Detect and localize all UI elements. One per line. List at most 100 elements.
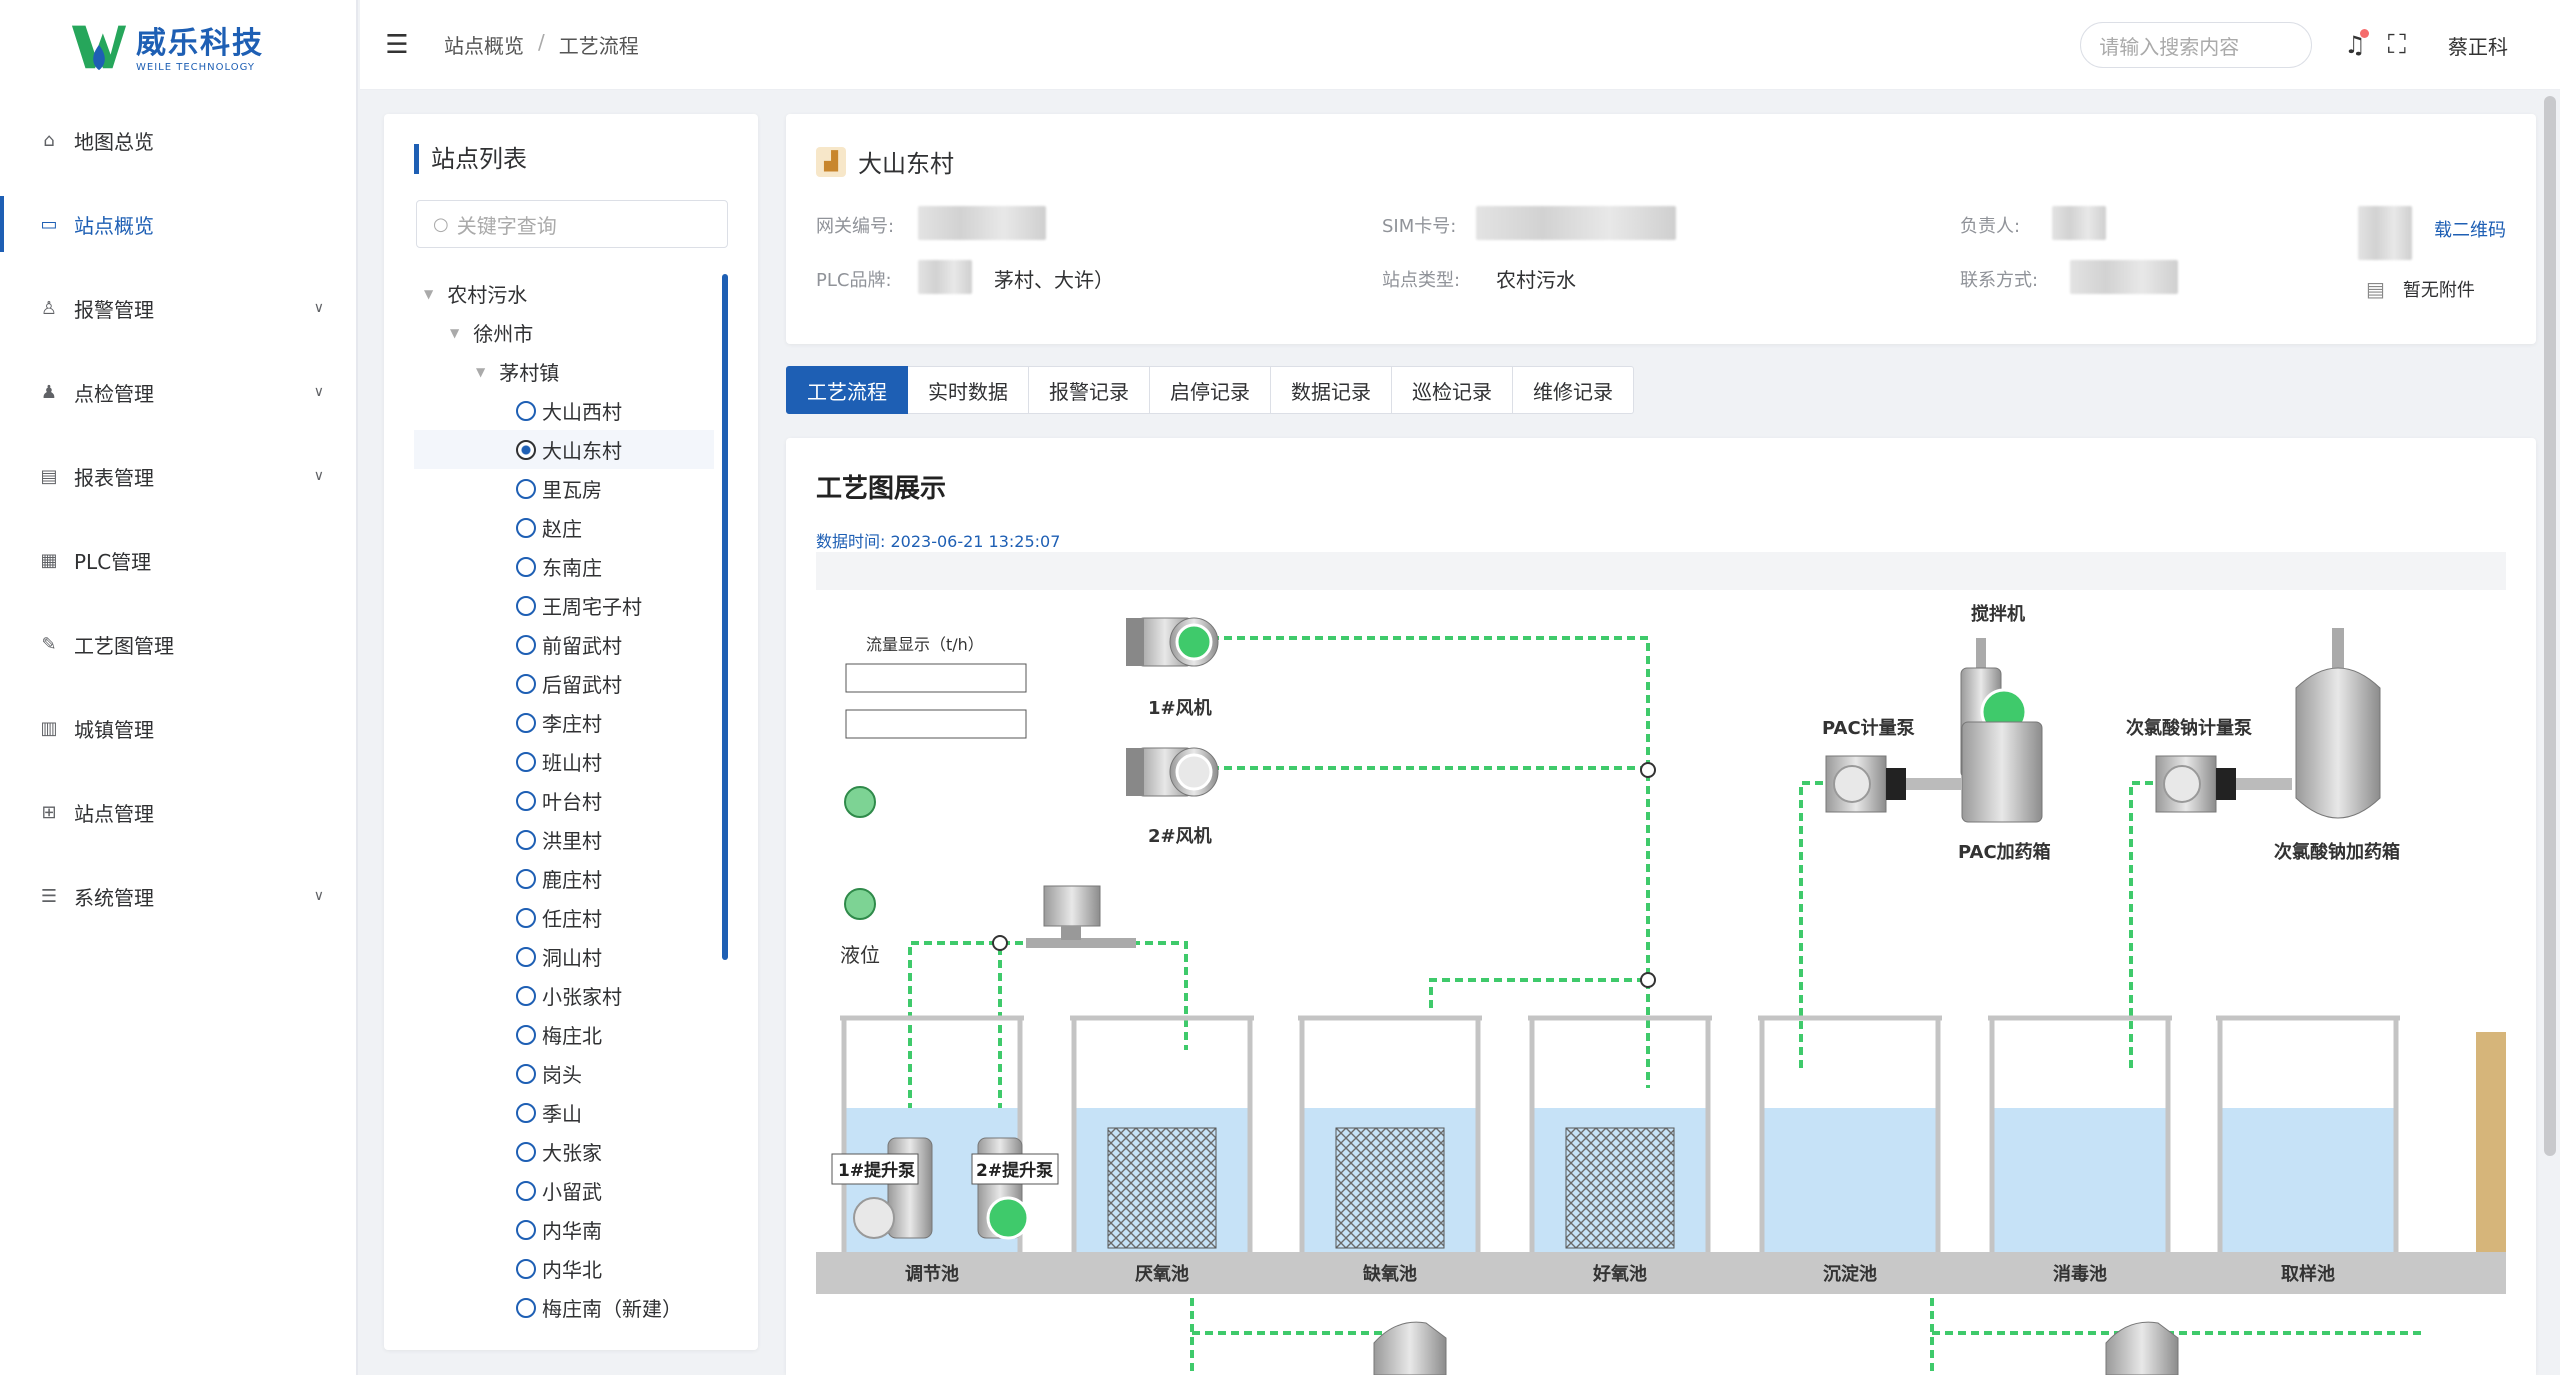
tree-node-village[interactable]: 大张家 <box>414 1132 714 1171</box>
bottom-pump-1[interactable] <box>1373 1321 1447 1375</box>
pac-pump[interactable] <box>1825 755 1962 813</box>
blower-1[interactable]: 1#风机 <box>1126 617 1219 719</box>
radio-icon[interactable] <box>516 790 536 811</box>
sidebar-item-station-overview[interactable]: ▭ 站点概览 <box>0 182 356 266</box>
tree-scrollbar[interactable] <box>722 274 728 960</box>
tab-realtime-data[interactable]: 实时数据 <box>908 366 1029 414</box>
tree-node-village[interactable]: 梅庄南（新建） <box>414 1288 714 1327</box>
radio-icon[interactable] <box>516 1297 536 1318</box>
blower-2[interactable]: 2#风机 <box>1126 747 1219 847</box>
sidebar-item-town[interactable]: ▥ 城镇管理 <box>0 686 356 770</box>
radio-icon[interactable] <box>516 1258 536 1279</box>
bottom-pump-2[interactable] <box>2105 1321 2179 1375</box>
tree-node-village[interactable]: 大山东村 <box>414 430 714 469</box>
sidebar-item-system[interactable]: ☰ 系统管理 ∨ <box>0 854 356 938</box>
tree-node-village[interactable]: 大山西村 <box>414 391 714 430</box>
tree-node-village[interactable]: 任庄村 <box>414 898 714 937</box>
radio-icon[interactable] <box>516 1063 536 1084</box>
keyword-search-input[interactable]: ○ 关键字查询 <box>416 200 728 248</box>
tree-node-town[interactable]: ▼ 茅村镇 <box>414 352 714 391</box>
radio-icon[interactable] <box>516 517 536 538</box>
sidebar-item-plc[interactable]: ▦ PLC管理 <box>0 518 356 602</box>
bell-icon[interactable]: ♫ <box>2344 29 2369 59</box>
tree-node-village[interactable]: 王周宅子村 <box>414 586 714 625</box>
radio-icon[interactable] <box>516 673 536 694</box>
sidebar-item-alarm[interactable]: ♙ 报警管理 ∨ <box>0 266 356 350</box>
tree-node-label: 内华北 <box>542 1258 602 1282</box>
tank-2[interactable]: 缺氧池 <box>1298 1015 1482 1285</box>
tab-process-flow[interactable]: 工艺流程 <box>786 366 908 414</box>
radio-icon[interactable] <box>516 712 536 733</box>
tree-node-village[interactable]: 叶台村 <box>414 781 714 820</box>
tree-node-village[interactable]: 岗头 <box>414 1054 714 1093</box>
radio-icon[interactable] <box>516 556 536 577</box>
download-qr-link[interactable]: 载二维码 <box>2434 216 2506 242</box>
tank-5[interactable]: 消毒池 <box>1988 1015 2172 1285</box>
radio-icon[interactable] <box>516 868 536 889</box>
tab-maintenance-records[interactable]: 维修记录 <box>1513 366 1634 414</box>
radio-icon[interactable] <box>516 1180 536 1201</box>
user-name[interactable]: 蔡正科 <box>2448 31 2508 60</box>
naclo-pump[interactable] <box>2155 755 2292 813</box>
radio-icon[interactable] <box>516 1102 536 1123</box>
sidebar-item-map[interactable]: ⌂ 地图总览 <box>0 98 356 182</box>
attachment[interactable]: ▤ 暂无附件 <box>2366 276 2475 302</box>
tree-node-village[interactable]: 班山村 <box>414 742 714 781</box>
tree-node-village[interactable]: 内华北 <box>414 1249 714 1288</box>
radio-icon[interactable] <box>516 1141 536 1162</box>
naclo-tank[interactable]: 次氯酸钠加药箱 <box>2274 628 2400 863</box>
radio-icon[interactable] <box>516 829 536 850</box>
sidebar-item-site[interactable]: ⊞ 站点管理 <box>0 770 356 854</box>
sidebar-item-process-chart[interactable]: ✎ 工艺图管理 <box>0 602 356 686</box>
menu-fold-icon[interactable]: ☰ <box>382 30 412 60</box>
tank-4[interactable]: 沉淀池 <box>1758 1015 1942 1285</box>
tree-node-village[interactable]: 梅庄北 <box>414 1015 714 1054</box>
tree-node-village[interactable]: 后留武村 <box>414 664 714 703</box>
breadcrumb-item[interactable]: 站点概览 <box>444 30 524 59</box>
tree-node-village[interactable]: 东南庄 <box>414 547 714 586</box>
tree-node-village[interactable]: 内华南 <box>414 1210 714 1249</box>
radio-icon[interactable] <box>516 400 536 421</box>
radio-icon[interactable] <box>516 1219 536 1240</box>
tab-start-stop-records[interactable]: 启停记录 <box>1150 366 1271 414</box>
pac-tank[interactable]: PAC加药箱 <box>1958 638 2051 863</box>
tree-node-village[interactable]: 赵庄 <box>414 508 714 547</box>
radio-icon[interactable] <box>516 634 536 655</box>
sidebar-item-inspection[interactable]: ♟ 点检管理 ∨ <box>0 350 356 434</box>
radio-icon[interactable] <box>516 751 536 772</box>
tree-node-village[interactable]: 里瓦房 <box>414 469 714 508</box>
lift-pump-2[interactable]: 2#提升泵 <box>971 1137 1059 1240</box>
tree-node-root[interactable]: ▼ 农村污水 <box>414 274 714 313</box>
radio-icon[interactable] <box>516 1024 536 1045</box>
radio-icon[interactable] <box>516 946 536 967</box>
tank-6[interactable]: 取样池 <box>2216 1015 2400 1285</box>
fullscreen-icon[interactable]: ⛶ <box>2388 30 2406 61</box>
radio-icon[interactable] <box>516 439 536 460</box>
brand-logo[interactable]: 威乐科技 WEILE TECHNOLOGY <box>0 0 356 90</box>
station-list-title: 站点列表 <box>414 144 527 174</box>
tree-node-village[interactable]: 小张家村 <box>414 976 714 1015</box>
breadcrumb-item-current: 工艺流程 <box>558 34 639 58</box>
tree-node-village[interactable]: 李庄村 <box>414 703 714 742</box>
global-search-input[interactable]: 请输入搜索内容 <box>2080 22 2313 68</box>
tab-patrol-records[interactable]: 巡检记录 <box>1392 366 1513 414</box>
tree-node-village[interactable]: 前留武村 <box>414 625 714 664</box>
page-scrollbar[interactable] <box>2544 96 2556 1156</box>
tree-node-label: 叶台村 <box>542 790 602 814</box>
radio-icon[interactable] <box>516 478 536 499</box>
tab-alarm-records[interactable]: 报警记录 <box>1029 366 1150 414</box>
tank-3[interactable]: 好氧池 <box>1528 1015 1712 1285</box>
tree-node-village[interactable]: 洞山村 <box>414 937 714 976</box>
tree-node-village[interactable]: 鹿庄村 <box>414 859 714 898</box>
sidebar-item-report[interactable]: ▤ 报表管理 ∨ <box>0 434 356 518</box>
tree-node-city[interactable]: ▼ 徐州市 <box>414 313 714 352</box>
tab-data-records[interactable]: 数据记录 <box>1271 366 1392 414</box>
radio-icon[interactable] <box>516 985 536 1006</box>
tree-node-village[interactable]: 小留武 <box>414 1171 714 1210</box>
tank-1[interactable]: 厌氧池 <box>1070 1015 1254 1285</box>
station-tree: ▼ 农村污水 ▼ 徐州市 ▼ 茅村镇 大山西村 大山东村 里瓦房 赵庄 东南庄 王周宅子村… <box>414 274 714 1327</box>
tree-node-village[interactable]: 洪里村 <box>414 820 714 859</box>
radio-icon[interactable] <box>516 907 536 928</box>
tree-node-village[interactable]: 季山 <box>414 1093 714 1132</box>
radio-icon[interactable] <box>516 595 536 616</box>
